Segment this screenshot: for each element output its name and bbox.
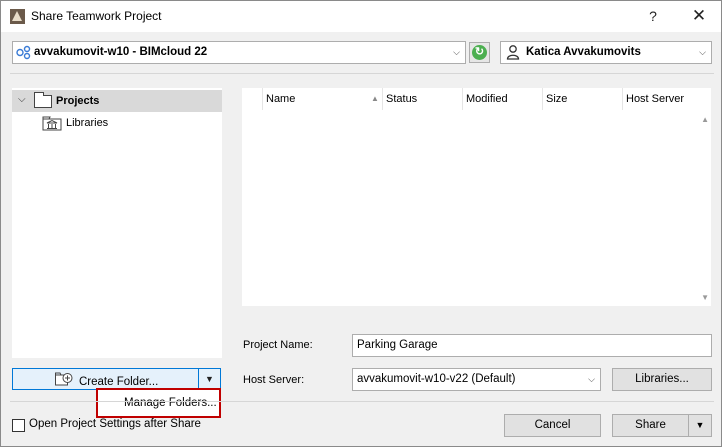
tree-item-label: Libraries — [66, 117, 109, 129]
refresh-button[interactable]: ↻ — [469, 42, 490, 63]
folder-icon — [34, 92, 52, 108]
share-button: Share ▼ — [612, 414, 712, 437]
footer-divider — [10, 401, 714, 402]
libraries-button[interactable]: Libraries... — [612, 368, 712, 391]
folder-tree: ⌵ Projects Libraries — [12, 88, 222, 358]
column-header-host-server[interactable]: Host Server — [622, 88, 692, 110]
archicad-app-icon — [10, 9, 25, 24]
column-label: Name — [266, 93, 296, 105]
column-header-modified[interactable]: Modified — [462, 88, 542, 110]
folder-add-icon — [55, 372, 73, 386]
chevron-down-icon[interactable]: ⌵ — [18, 94, 26, 105]
refresh-icon: ↻ — [472, 45, 487, 60]
host-server-label: Host Server: — [243, 374, 305, 386]
list-header: Name ▲ Status Modified Size Host Server — [242, 88, 711, 110]
help-button[interactable]: ? — [631, 4, 675, 28]
scroll-up-icon[interactable]: ▲ — [701, 115, 709, 124]
user-icon — [506, 45, 520, 60]
scroll-down-icon[interactable]: ▼ — [701, 293, 709, 302]
menu-item-manage-folders[interactable]: Manage Folders... — [124, 397, 217, 409]
create-folder-menu: Manage Folders... — [96, 388, 221, 418]
chevron-down-icon: ⌵ — [699, 47, 706, 57]
column-header-size[interactable]: Size — [542, 88, 622, 110]
share-main[interactable]: Share — [613, 415, 688, 436]
network-server-icon — [16, 45, 31, 60]
user-select[interactable]: Katica Avvakumovits ⌵ — [500, 41, 712, 64]
create-folder-button: Create Folder... ▼ — [12, 368, 221, 390]
chevron-down-icon: ⌵ — [588, 374, 595, 384]
column-header-status[interactable]: Status — [382, 88, 462, 110]
close-button[interactable]: ✕ — [677, 4, 721, 28]
project-name-input[interactable]: Parking Garage — [352, 334, 712, 357]
create-folder-dropdown-arrow[interactable]: ▼ — [199, 369, 220, 389]
sort-up-icon: ▲ — [371, 94, 379, 103]
library-folder-icon — [42, 116, 62, 131]
tree-item-label: Projects — [56, 95, 100, 107]
share-dropdown-arrow[interactable]: ▼ — [689, 415, 711, 436]
open-settings-checkbox[interactable] — [12, 419, 25, 432]
chevron-down-icon: ⌵ — [453, 47, 460, 57]
tree-item-projects[interactable]: ⌵ Projects — [12, 90, 222, 112]
user-select-value: Katica Avvakumovits — [526, 46, 641, 58]
create-folder-main[interactable]: Create Folder... — [13, 369, 196, 389]
host-server-value: avvakumovit-w10-v22 (Default) — [357, 373, 516, 385]
open-settings-label[interactable]: Open Project Settings after Share — [29, 418, 201, 430]
project-list[interactable]: Name ▲ Status Modified Size Host Server … — [242, 88, 711, 306]
divider — [10, 73, 714, 74]
dialog-title: Share Teamwork Project — [31, 9, 162, 23]
column-header-name[interactable]: Name ▲ — [262, 88, 382, 110]
server-select[interactable]: avvakumovit-w10 - BIMcloud 22 ⌵ — [12, 41, 466, 64]
project-name-label: Project Name: — [243, 339, 313, 351]
share-teamwork-dialog: Share Teamwork Project ? ✕ avvakumovit-w… — [0, 0, 722, 447]
tree-item-libraries[interactable]: Libraries — [12, 112, 222, 134]
title-bar: Share Teamwork Project ? ✕ — [1, 1, 721, 32]
server-select-value: avvakumovit-w10 - BIMcloud 22 — [34, 46, 208, 58]
cancel-button[interactable]: Cancel — [504, 414, 601, 437]
host-server-select[interactable]: avvakumovit-w10-v22 (Default) ⌵ — [352, 368, 601, 391]
